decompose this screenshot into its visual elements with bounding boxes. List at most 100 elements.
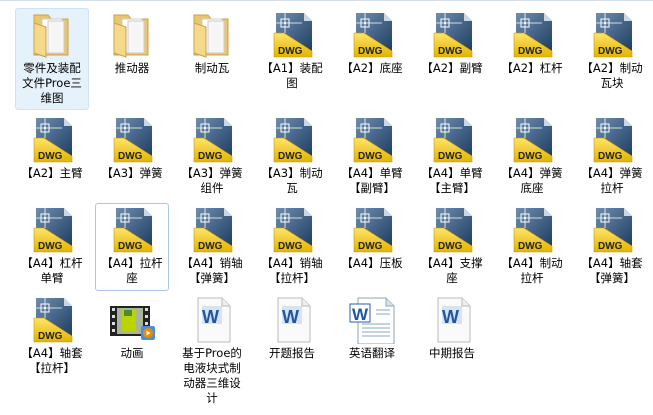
- dwg-file-icon: DWG: [28, 296, 76, 344]
- dwg-file-icon: DWG: [588, 206, 636, 254]
- file-name-label: 【A4】单臂【副臂】: [341, 166, 403, 195]
- file-item[interactable]: DWG 【A2】杠杆: [495, 8, 569, 81]
- dwg-file-icon: DWG: [348, 206, 396, 254]
- svg-text:DWG: DWG: [518, 46, 543, 57]
- svg-text:DWG: DWG: [438, 151, 463, 162]
- file-item[interactable]: DWG 【A2】底座: [335, 8, 409, 81]
- file-name-label: 【A3】弹簧: [101, 166, 163, 180]
- file-item[interactable]: DWG 【A4】拉杆座: [95, 203, 169, 291]
- word-document-icon: W: [348, 296, 396, 344]
- file-name-label: 【A4】轴套【弹簧】: [581, 256, 643, 285]
- file-item[interactable]: DWG 【A4】销轴【弹簧】: [175, 203, 249, 291]
- file-item[interactable]: 零件及装配文件Proe三维图: [15, 8, 89, 110]
- file-item[interactable]: 动画: [95, 293, 169, 366]
- file-item[interactable]: DWG 【A1】装配图: [255, 8, 329, 96]
- svg-text:DWG: DWG: [278, 46, 303, 57]
- file-item[interactable]: DWG 【A4】单臂【主臂】: [415, 113, 489, 201]
- file-name-label: 【A4】支撑座: [421, 256, 483, 285]
- file-item[interactable]: 制动瓦: [175, 8, 249, 81]
- svg-text:DWG: DWG: [358, 46, 383, 57]
- file-name-label: 【A3】弹簧组件: [181, 166, 243, 195]
- file-name-label: 【A3】制动瓦: [261, 166, 323, 195]
- file-item[interactable]: DWG 【A3】弹簧: [95, 113, 169, 186]
- file-name-label: 【A2】杠杆: [501, 61, 563, 75]
- file-item[interactable]: DWG 【A4】单臂【副臂】: [335, 113, 409, 201]
- toolbar-divider: [0, 0, 653, 1]
- file-name-label: 零件及装配文件Proe三维图: [22, 61, 82, 105]
- file-name-label: 制动瓦: [194, 61, 230, 75]
- dwg-file-icon: DWG: [508, 206, 556, 254]
- file-item[interactable]: DWG 【A2】主臂: [15, 113, 89, 186]
- file-name-label: 【A4】拉杆座: [101, 256, 163, 285]
- svg-text:W: W: [202, 307, 219, 327]
- svg-text:DWG: DWG: [598, 46, 623, 57]
- dwg-file-icon: DWG: [188, 206, 236, 254]
- file-name-label: 中期报告: [429, 346, 475, 360]
- file-item[interactable]: DWG 【A4】压板: [335, 203, 409, 276]
- file-name-label: 【A4】杠杆单臂: [21, 256, 83, 285]
- dwg-file-icon: DWG: [428, 206, 476, 254]
- file-name-label: 基于Proe的电液块式制动器三维设计: [182, 346, 242, 405]
- file-name-label: 【A4】制动拉杆: [501, 256, 563, 285]
- dwg-file-icon: DWG: [28, 206, 76, 254]
- file-item[interactable]: DWG 【A4】销轴【拉杆】: [255, 203, 329, 291]
- file-item[interactable]: DWG 【A4】杠杆单臂: [15, 203, 89, 291]
- file-name-label: 【A4】压板: [341, 256, 403, 270]
- svg-text:W: W: [352, 305, 369, 324]
- dwg-file-icon: DWG: [508, 116, 556, 164]
- svg-text:DWG: DWG: [358, 151, 383, 162]
- folder-icon: [188, 11, 236, 59]
- file-name-label: 推动器: [114, 61, 150, 75]
- svg-text:DWG: DWG: [358, 241, 383, 252]
- file-name-label: 【A4】轴套【拉杆】: [21, 346, 83, 375]
- folder-icon: [28, 11, 76, 59]
- file-item[interactable]: DWG 【A2】副臂: [415, 8, 489, 81]
- file-name-label: 开题报告: [269, 346, 315, 360]
- svg-text:DWG: DWG: [278, 151, 303, 162]
- svg-text:DWG: DWG: [438, 241, 463, 252]
- svg-text:DWG: DWG: [38, 241, 63, 252]
- file-item[interactable]: DWG 【A4】支撑座: [415, 203, 489, 291]
- svg-text:DWG: DWG: [118, 151, 143, 162]
- svg-text:W: W: [442, 307, 459, 327]
- dwg-file-icon: DWG: [28, 116, 76, 164]
- word-document-icon: W: [188, 296, 236, 344]
- file-item[interactable]: DWG 【A2】制动瓦块: [575, 8, 649, 96]
- dwg-file-icon: DWG: [348, 11, 396, 59]
- file-item[interactable]: DWG 【A4】制动拉杆: [495, 203, 569, 291]
- dwg-file-icon: DWG: [508, 11, 556, 59]
- video-file-icon: [108, 296, 156, 344]
- svg-text:DWG: DWG: [38, 151, 63, 162]
- file-name-label: 动画: [120, 346, 144, 360]
- dwg-file-icon: DWG: [588, 116, 636, 164]
- svg-text:W: W: [282, 307, 299, 327]
- file-name-label: 【A4】销轴【弹簧】: [181, 256, 243, 285]
- file-item[interactable]: W 中期报告: [415, 293, 489, 366]
- file-item[interactable]: DWG 【A3】弹簧组件: [175, 113, 249, 201]
- file-item[interactable]: DWG 【A4】轴套【拉杆】: [15, 293, 89, 381]
- file-name-label: 【A4】单臂【主臂】: [421, 166, 483, 195]
- file-item[interactable]: DWG 【A4】轴套【弹簧】: [575, 203, 649, 291]
- file-item[interactable]: W 基于Proe的电液块式制动器三维设计: [175, 293, 249, 411]
- file-item[interactable]: DWG 【A4】弹簧底座: [495, 113, 569, 201]
- file-item[interactable]: 推动器: [95, 8, 169, 81]
- dwg-file-icon: DWG: [428, 116, 476, 164]
- svg-text:DWG: DWG: [278, 241, 303, 252]
- dwg-file-icon: DWG: [268, 206, 316, 254]
- svg-text:DWG: DWG: [598, 151, 623, 162]
- file-item[interactable]: DWG 【A3】制动瓦: [255, 113, 329, 201]
- svg-text:DWG: DWG: [438, 46, 463, 57]
- file-item[interactable]: W 英语翻译: [335, 293, 409, 366]
- file-name-label: 【A2】底座: [341, 61, 403, 75]
- file-name-label: 【A2】副臂: [421, 61, 483, 75]
- dwg-file-icon: DWG: [268, 116, 316, 164]
- file-item[interactable]: DWG 【A4】弹簧拉杆: [575, 113, 649, 201]
- file-name-label: 【A4】弹簧拉杆: [581, 166, 643, 195]
- dwg-file-icon: DWG: [268, 11, 316, 59]
- file-item[interactable]: W 开题报告: [255, 293, 329, 366]
- file-name-label: 【A4】销轴【拉杆】: [261, 256, 323, 285]
- file-name-label: 【A1】装配图: [261, 61, 323, 90]
- svg-text:DWG: DWG: [198, 241, 223, 252]
- file-name-label: 【A4】弹簧底座: [501, 166, 563, 195]
- svg-text:DWG: DWG: [598, 241, 623, 252]
